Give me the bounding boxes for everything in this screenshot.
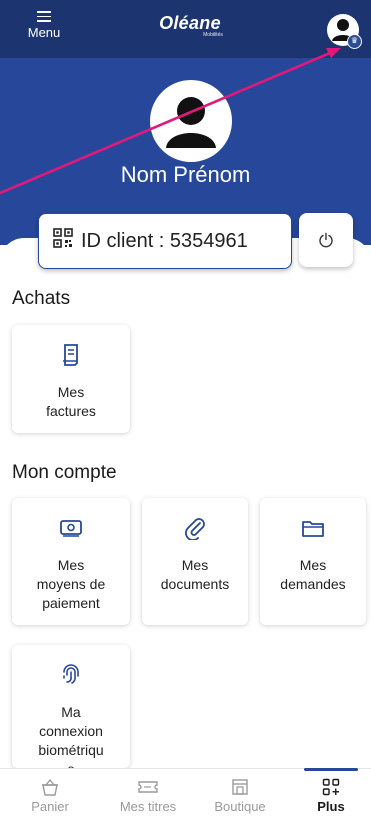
ticket-icon [108,775,188,799]
account-avatar-button[interactable]: ♛ [327,14,362,49]
section-title-mon-compte: Mon compte [12,462,117,483]
tile-mes-documents[interactable]: Mes documents [142,498,248,625]
nav-label: Boutique [214,799,266,814]
nav-label: Plus [317,799,345,814]
nav-mes-titres[interactable]: Mes titres [108,769,188,814]
nav-boutique[interactable]: Boutique [200,769,280,814]
payment-icon [12,514,130,542]
app-logo: Oléane Mobilités [159,13,223,38]
hamburger-icon [37,11,51,22]
tile-moyens-de-paiement[interactable]: Mes moyens de paiement [12,498,130,625]
nav-label: Panier [31,799,69,814]
nav-plus[interactable]: Plus [296,768,366,814]
folder-icon [260,514,366,542]
tile-label: Mes documents [160,557,230,592]
shop-icon [200,775,280,799]
client-id-button[interactable]: ID client : 5354961 [38,213,292,269]
crown-badge-icon: ♛ [347,34,362,49]
receipt-icon [12,341,130,369]
tile-mes-demandes[interactable]: Mes demandes [260,498,366,625]
power-icon [319,232,333,248]
tile-label: Mes demandes [280,557,346,592]
client-id-text: ID client : 5354961 [81,229,248,252]
section-title-achats: Achats [12,288,71,309]
nav-label: Mes titres [119,799,177,814]
user-icon [166,97,216,148]
tile-label: Ma connexion biométriqu e [38,704,104,768]
grid-plus-icon [296,775,366,799]
menu-button[interactable]: Menu [22,8,66,40]
profile-name: Nom Prénom [120,162,251,187]
logout-button[interactable] [299,213,353,267]
nav-panier[interactable]: Panier [10,769,90,814]
top-app-bar: Menu Oléane Mobilités ♛ [0,0,371,58]
bottom-navigation: Panier Mes titres Boutique Plus [0,768,371,822]
tile-connexion-biometrique[interactable]: Ma connexion biométriqu e [12,645,130,768]
qr-code-icon [53,228,73,254]
paperclip-icon [142,514,248,542]
basket-icon [10,775,90,799]
tile-label: Mes moyens de paiement [36,557,106,611]
profile-avatar [150,80,232,162]
tile-label: Mes factures [46,384,96,419]
fingerprint-icon [12,661,130,689]
menu-label: Menu [27,24,61,40]
tile-mes-factures[interactable]: Mes factures [12,325,130,433]
